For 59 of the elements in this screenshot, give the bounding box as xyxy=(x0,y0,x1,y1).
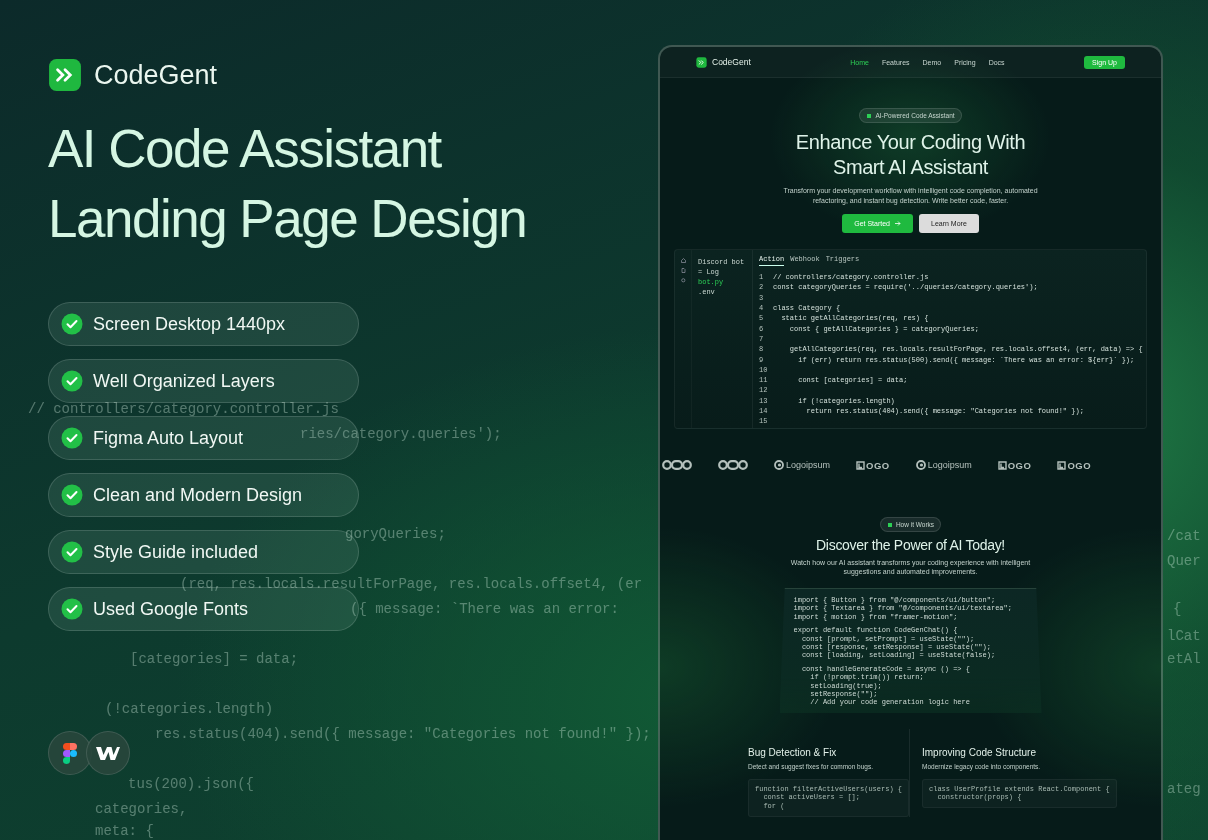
sparkle-icon xyxy=(866,112,873,119)
logo-text: OGO xyxy=(1007,459,1032,471)
check-badge-icon xyxy=(61,541,83,563)
logo-text: Logoipsum xyxy=(927,460,972,470)
check-badge-icon xyxy=(61,484,83,506)
background-code-line: meta: { xyxy=(95,823,154,839)
check-badge-icon xyxy=(61,427,83,449)
brand-name: CodeGent xyxy=(712,57,751,67)
feature-label: Figma Auto Layout xyxy=(93,427,244,449)
background-code-line: ateg xyxy=(1167,781,1201,797)
logo-mark-icon xyxy=(718,459,748,471)
headline: Landing Page Design xyxy=(48,188,528,250)
logo-mark-icon xyxy=(1057,460,1067,470)
background-code-line: (req, res.locals.resultForPage, res.locals.offset4, (er xyxy=(180,576,643,592)
brand-name: CodeGent xyxy=(94,59,218,91)
background-code-line: /cat xyxy=(1167,528,1201,544)
logo-icon xyxy=(48,58,82,92)
hero-title: Enhance Your Coding With xyxy=(795,130,1026,155)
home-icon xyxy=(680,258,686,263)
background-code-line: tus(200).json({ xyxy=(128,776,255,792)
check-badge-icon xyxy=(61,598,83,620)
background-code-line: [categories] = data; xyxy=(130,651,299,667)
logo-text: OGO xyxy=(866,459,890,471)
check-badge-icon xyxy=(61,313,83,335)
background-code-line: // controllers/category.controller.js xyxy=(28,401,339,417)
feature-label: Style Guide included xyxy=(93,541,259,563)
background-code-line: categories, xyxy=(95,801,188,817)
hero-title: Smart AI Assistant xyxy=(832,155,989,180)
sparkle-icon xyxy=(886,521,893,528)
feature-label: Well Organized Layers xyxy=(93,370,275,392)
background-code-line: etAl xyxy=(1167,651,1201,667)
feature-label: Clean and Modern Design xyxy=(93,484,303,506)
logo-mark-icon xyxy=(774,460,784,470)
feature-title: Improving Code Structure xyxy=(922,746,1037,758)
feature-label: Used Google Fonts xyxy=(93,598,249,620)
logo-mark-icon xyxy=(997,460,1007,470)
background-code-line: lCat xyxy=(1167,628,1201,644)
background-code-line: ({ message: `There was an error: xyxy=(350,601,619,617)
section-title: Discover the Power of AI Today! xyxy=(816,537,1005,553)
check-badge-icon xyxy=(61,370,83,392)
headline: AI Code Assistant xyxy=(48,118,443,180)
background-code-line: ries/category.queries'); xyxy=(300,426,502,442)
background-code-line: (!categories.length) xyxy=(105,701,274,717)
logo-mark-icon xyxy=(856,460,866,470)
feature-label: Screen Desktop 1440px xyxy=(93,313,286,335)
logo-text: Logoipsum xyxy=(786,460,831,470)
feature-title: Bug Detection & Fix xyxy=(748,746,838,758)
search-icon xyxy=(680,278,686,283)
logo-icon xyxy=(696,56,707,68)
logo-mark-icon xyxy=(662,459,692,471)
webflow-icon xyxy=(86,731,130,775)
arrow-right-icon xyxy=(895,221,901,226)
background-code-line: res.status(404).send({ message: "Categories not found!" }); xyxy=(155,726,651,742)
background-code-line: { xyxy=(1173,601,1182,617)
background-code-line: goryQueries; xyxy=(345,526,446,542)
file-icon xyxy=(680,268,686,273)
logo-text: OGO xyxy=(1067,459,1092,471)
background-code-line: Quer xyxy=(1167,553,1201,569)
logo-mark-icon xyxy=(915,460,926,470)
